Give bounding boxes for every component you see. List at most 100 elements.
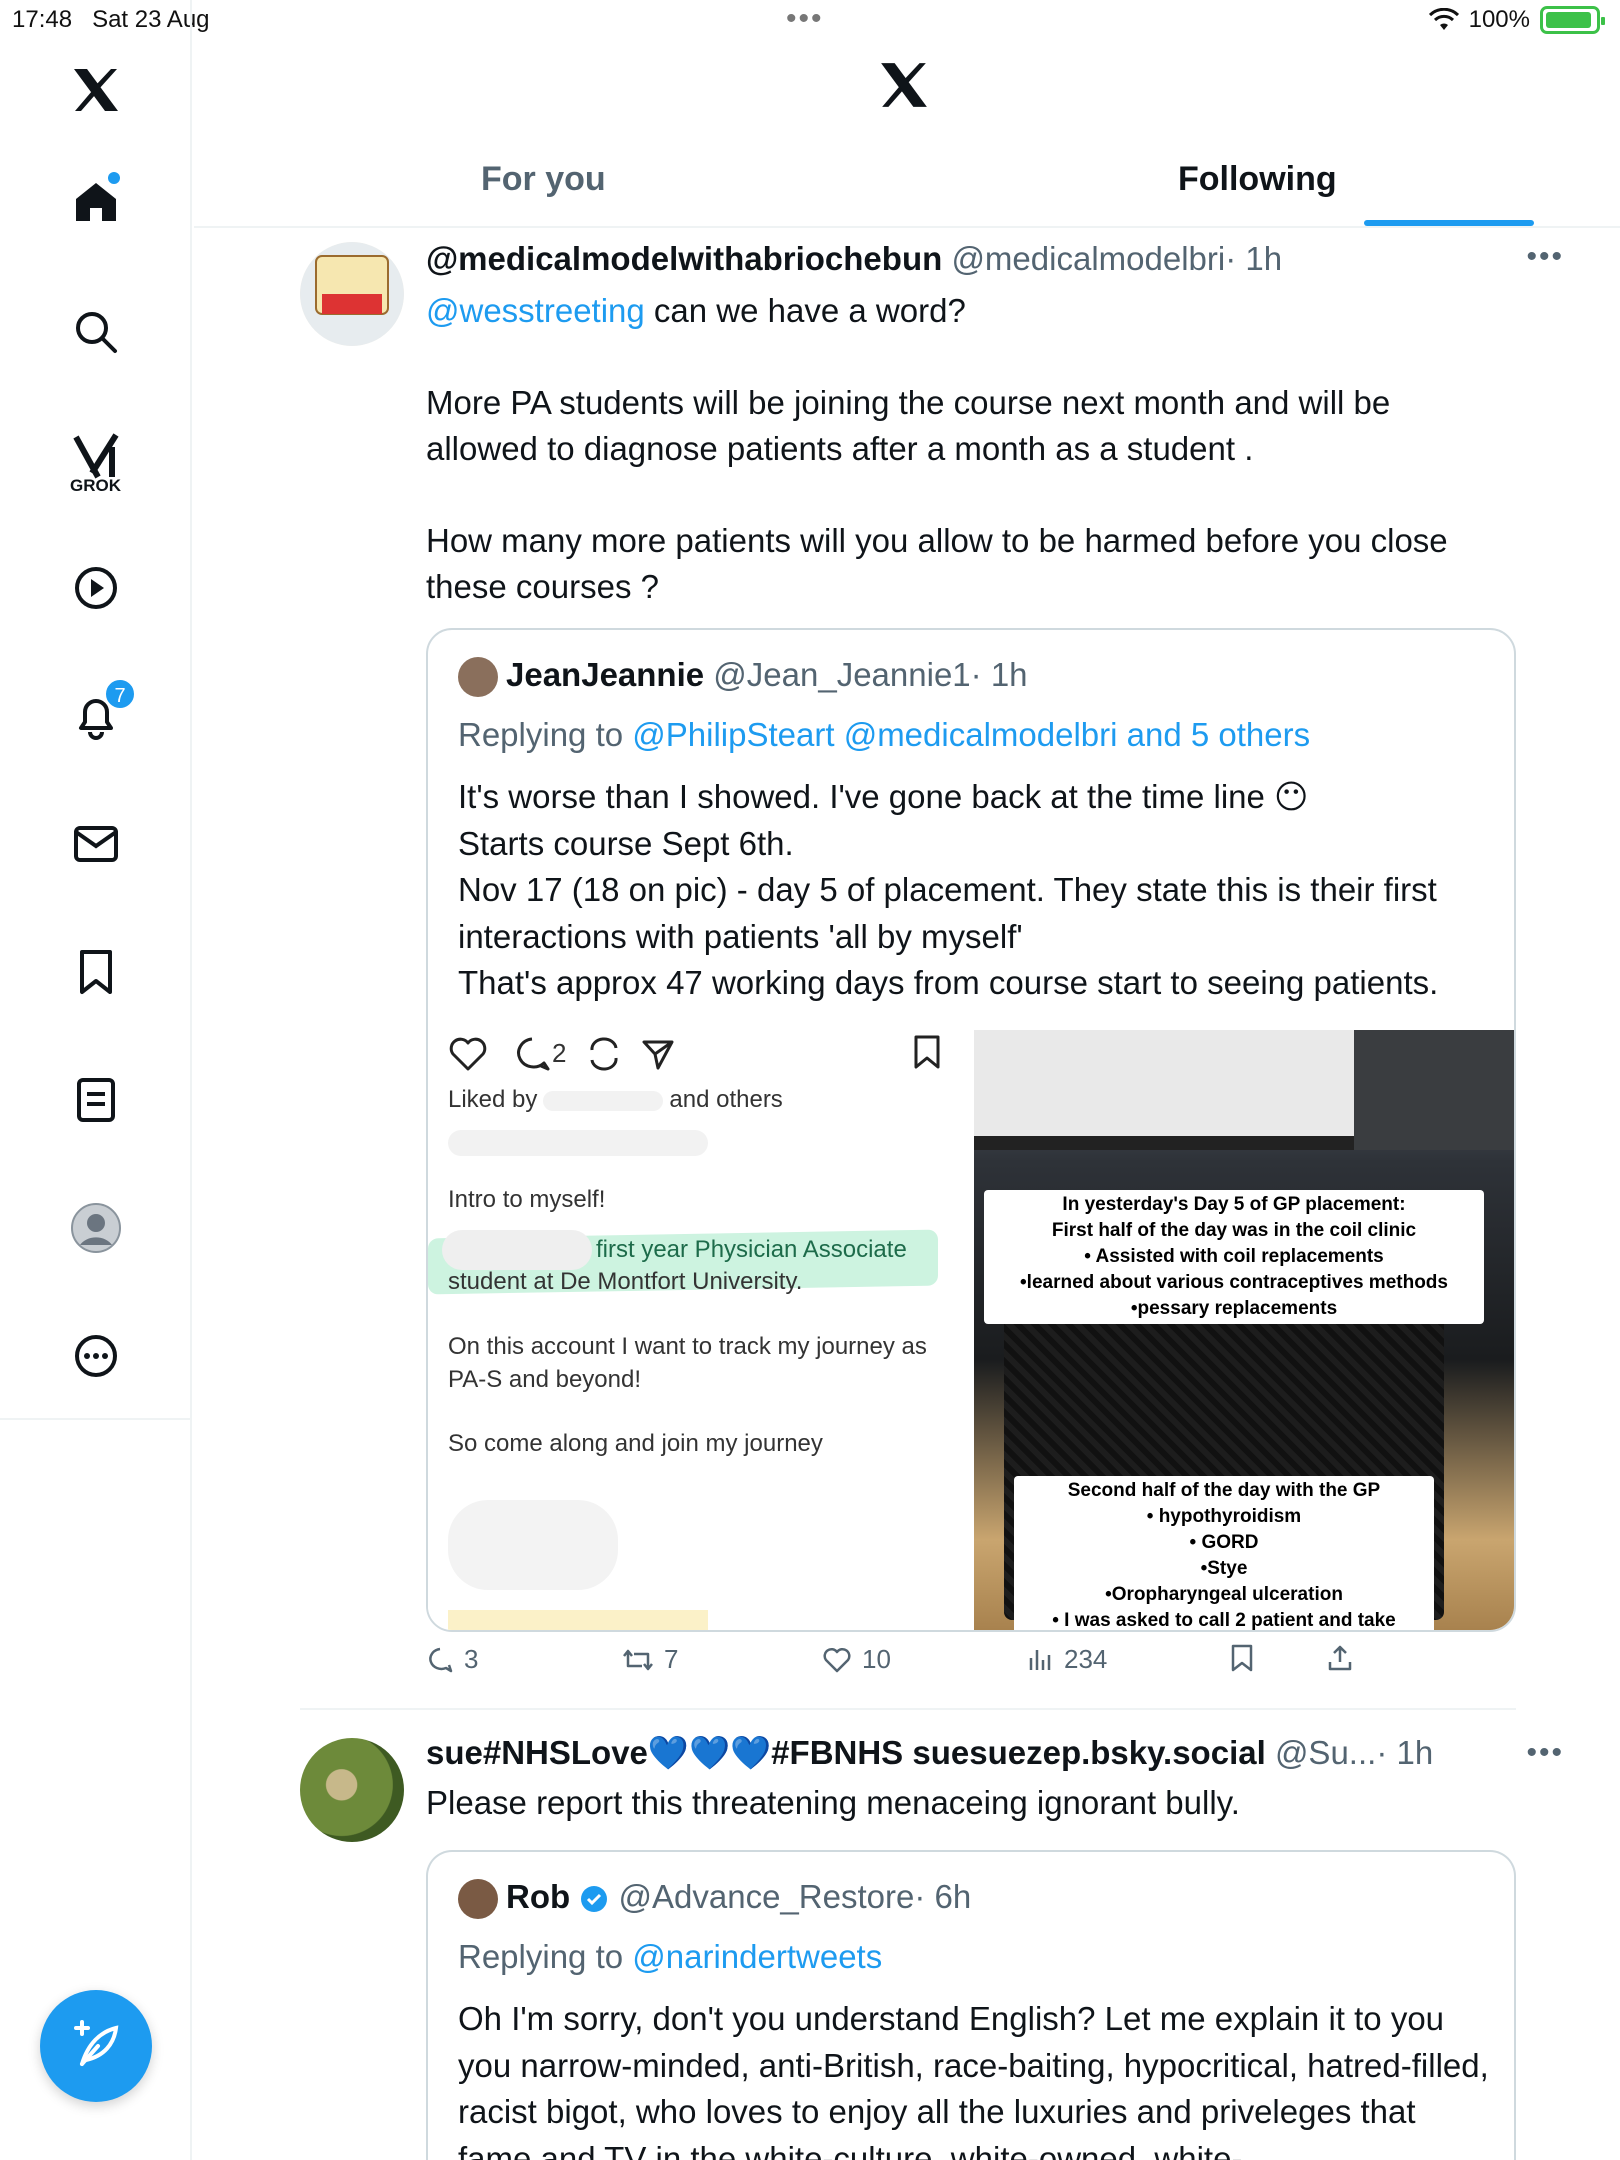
author-avatar[interactable] bbox=[300, 242, 404, 346]
messages-mail-icon[interactable] bbox=[66, 814, 126, 874]
views-chart-icon bbox=[1029, 1649, 1051, 1670]
view-count: 234 bbox=[1064, 1644, 1108, 1674]
battery-icon bbox=[1540, 6, 1605, 34]
save-icon bbox=[914, 1035, 940, 1069]
home-icon[interactable] bbox=[66, 172, 126, 232]
tweet-paragraph-3: How many more patients will you allow to… bbox=[426, 522, 1448, 605]
compose-feather-icon bbox=[74, 2020, 119, 2066]
replying-to-links[interactable]: @PhilipSteart @medicalmodelbri and 5 oth… bbox=[632, 716, 1310, 753]
quote-author-name[interactable]: Rob bbox=[506, 1878, 570, 1915]
notifications-badge: 7 bbox=[104, 678, 136, 710]
caption-top: In yesterday's Day 5 of GP placement: Fi… bbox=[984, 1190, 1484, 1324]
quote-media[interactable]: 2 Liked by and others Intro to myself! fi… bbox=[428, 1030, 1514, 1630]
like-button[interactable]: 10 bbox=[822, 1644, 891, 1675]
instagram-screenshot-image[interactable]: 2 Liked by and others Intro to myself! fi… bbox=[428, 1030, 974, 1630]
background-wall bbox=[1354, 1030, 1514, 1150]
like-heart-icon bbox=[823, 1647, 851, 1672]
reply-icon bbox=[429, 1647, 453, 1672]
status-right: 100% bbox=[1428, 6, 1605, 34]
quote-header: JeanJeannie @Jean_Jeannie1· 1h bbox=[458, 656, 1028, 698]
author-handle[interactable]: @Su... bbox=[1275, 1734, 1376, 1771]
replying-to: Replying to @PhilipSteart @medicalmodelb… bbox=[458, 716, 1311, 753]
repost-count: 7 bbox=[664, 1644, 679, 1674]
gp-placement-photo[interactable]: In yesterday's Day 5 of GP placement: Fi… bbox=[974, 1030, 1514, 1630]
more-options-button[interactable]: ••• bbox=[1526, 1736, 1564, 1770]
x-logo-icon[interactable] bbox=[66, 60, 126, 120]
status-bar: 17:48 Sat 23 Aug ••• 100% bbox=[0, 0, 1620, 40]
battery-percent: 100% bbox=[1468, 6, 1530, 33]
sidebar-separator bbox=[0, 1418, 192, 1420]
search-icon[interactable] bbox=[66, 302, 126, 362]
author-name[interactable]: @medicalmodelwithabriochebun bbox=[426, 240, 942, 277]
tweet-divider bbox=[300, 1708, 1516, 1710]
blurred-name bbox=[442, 1230, 592, 1270]
active-tab-indicator bbox=[1364, 220, 1534, 226]
more-options-icon[interactable] bbox=[66, 1326, 126, 1386]
reply-button[interactable]: 3 bbox=[426, 1644, 478, 1675]
multitasking-dots[interactable]: ••• bbox=[786, 2, 824, 36]
replying-to-link[interactable]: @narindertweets bbox=[632, 1938, 882, 1975]
tweet-paragraph-2: More PA students will be joining the cou… bbox=[426, 384, 1391, 467]
replying-to: Replying to @narindertweets bbox=[458, 1938, 883, 1975]
sidebar: GROK 7 bbox=[0, 0, 192, 2160]
author-name[interactable]: sue#NHSLove💙💙💙#FBNHS suesuezep.bsky.soci… bbox=[426, 1734, 1266, 1771]
blurred-block bbox=[448, 1500, 618, 1590]
comment-count: 2 bbox=[552, 1038, 567, 1068]
notifications-bell-icon[interactable]: 7 bbox=[66, 678, 136, 746]
compose-post-button[interactable] bbox=[40, 1990, 152, 2102]
tweet-actions: 3 7 10 234 bbox=[426, 1644, 1426, 1684]
repost-icon bbox=[623, 1649, 653, 1670]
quote-text: It's worse than I showed. I've gone back… bbox=[458, 778, 1439, 1001]
grok-label: GROK bbox=[70, 476, 121, 495]
quote-time: · 1h bbox=[970, 656, 1028, 693]
monitor-screen bbox=[974, 1030, 1354, 1150]
share-button[interactable] bbox=[1326, 1644, 1354, 1672]
quote-text: Oh I'm sorry, don't you understand Engli… bbox=[458, 2000, 1489, 2160]
quote-header: Rob @Advance_Restore· 6h bbox=[458, 1878, 972, 1920]
like-count: 10 bbox=[862, 1644, 891, 1674]
intro-text: Intro to myself! bbox=[448, 1186, 606, 1213]
verified-badge-icon bbox=[581, 1886, 608, 1913]
author-avatar[interactable] bbox=[300, 1738, 404, 1842]
views-button[interactable]: 234 bbox=[1026, 1644, 1107, 1675]
video-play-icon[interactable] bbox=[66, 558, 126, 618]
mention-link[interactable]: @wesstreeting bbox=[426, 292, 645, 329]
post-time[interactable]: · 1h bbox=[1225, 240, 1282, 277]
join-text: So come along and join my journey bbox=[448, 1430, 823, 1457]
quote-author-avatar[interactable] bbox=[458, 657, 498, 698]
new-posts-dot bbox=[108, 172, 120, 184]
post-time[interactable]: · 1h bbox=[1376, 1734, 1433, 1771]
blurred-username bbox=[448, 1130, 708, 1156]
tweet-text: Please report this threatening menaceing… bbox=[426, 1784, 1240, 1821]
share-repost-icon bbox=[590, 1037, 618, 1071]
tab-following[interactable]: Following bbox=[1178, 160, 1337, 199]
reply-count: 3 bbox=[464, 1644, 479, 1674]
heart-icon bbox=[449, 1037, 487, 1071]
wifi-icon bbox=[1428, 8, 1459, 30]
quote-author-handle[interactable]: @Advance_Restore bbox=[619, 1878, 915, 1915]
quote-author-handle[interactable]: @Jean_Jeannie1 bbox=[713, 656, 970, 693]
quote-author-name[interactable]: JeanJeannie bbox=[506, 656, 704, 693]
bookmark-button[interactable] bbox=[1230, 1644, 1254, 1672]
x-header-logo-icon bbox=[878, 60, 930, 115]
send-icon bbox=[642, 1040, 674, 1070]
author-handle[interactable]: @medicalmodelbri bbox=[951, 240, 1225, 277]
profile-avatar-icon[interactable] bbox=[66, 1198, 126, 1258]
lists-icon[interactable] bbox=[66, 1070, 126, 1130]
timeline-header: For you Following bbox=[194, 40, 1620, 228]
quoted-tweet[interactable]: JeanJeannie @Jean_Jeannie1· 1h Replying … bbox=[426, 628, 1516, 1632]
tweet-text: @wesstreeting can we have a word? bbox=[426, 292, 966, 329]
tab-for-you[interactable]: For you bbox=[481, 160, 606, 199]
caption-bottom: Second half of the day with the GP • hyp… bbox=[1014, 1476, 1434, 1630]
liked-by-text: Liked by and others bbox=[448, 1086, 783, 1113]
quote-author-avatar[interactable] bbox=[458, 1879, 498, 1920]
track-text: On this account I want to track my journ… bbox=[448, 1333, 927, 1393]
blurred-date bbox=[448, 1610, 708, 1630]
repost-button[interactable]: 7 bbox=[622, 1644, 678, 1675]
more-options-button[interactable]: ••• bbox=[1526, 240, 1564, 274]
quote-time: · 6h bbox=[914, 1878, 972, 1915]
tweet-header: @medicalmodelwithabriochebun @medicalmod… bbox=[426, 240, 1282, 278]
quoted-tweet[interactable]: Rob @Advance_Restore· 6h Replying to @na… bbox=[426, 1850, 1516, 2160]
bookmarks-icon[interactable] bbox=[66, 942, 126, 1002]
tweet-header: sue#NHSLove💙💙💙#FBNHS suesuezep.bsky.soci… bbox=[426, 1734, 1433, 1773]
